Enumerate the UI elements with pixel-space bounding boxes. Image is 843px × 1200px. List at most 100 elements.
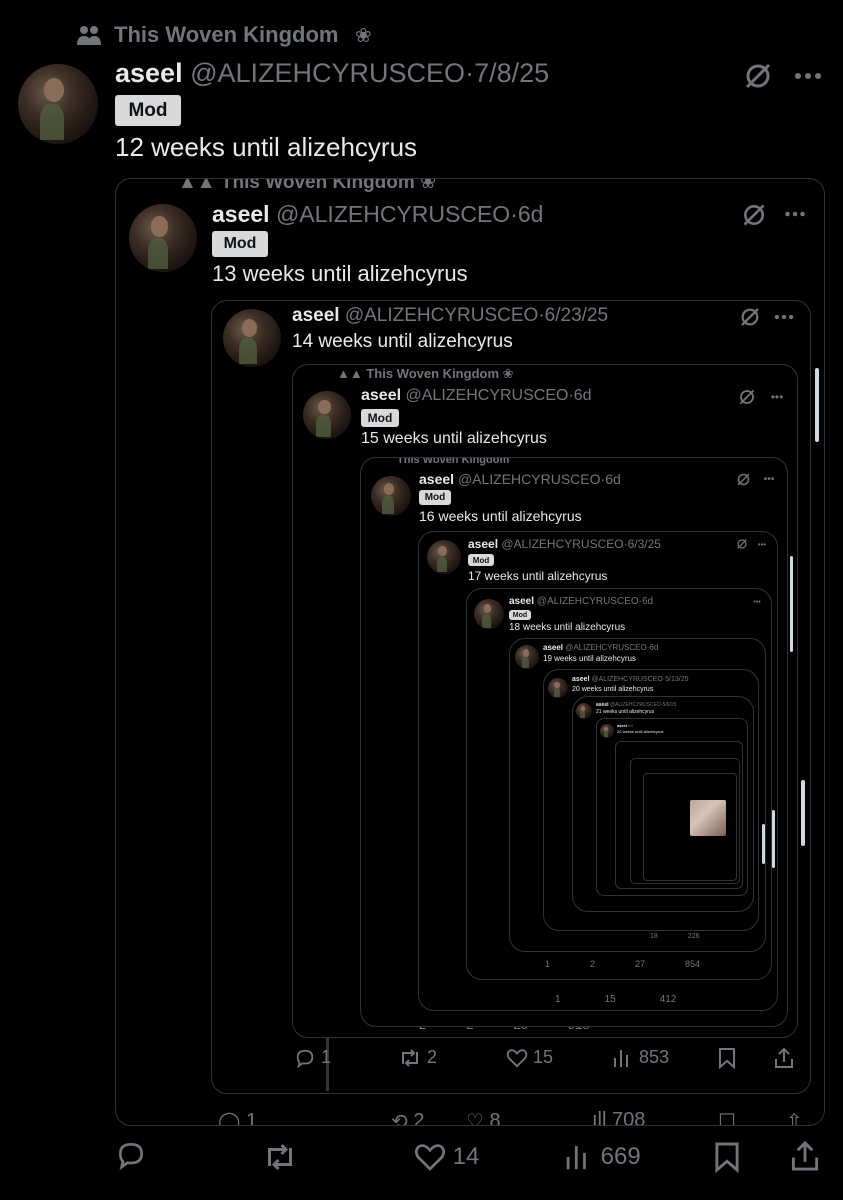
views-count[interactable]: 412 <box>660 994 677 1005</box>
nested-post-card[interactable] <box>615 741 743 889</box>
more-icon[interactable] <box>772 305 796 329</box>
scrollbar[interactable] <box>801 780 805 846</box>
scrollbar[interactable] <box>772 810 775 868</box>
like-action[interactable]: 15 <box>506 1047 553 1068</box>
repost-icon <box>268 1143 292 1171</box>
nested-post-card[interactable] <box>630 758 740 884</box>
repost-action[interactable]: 2 <box>398 1047 437 1068</box>
avatar[interactable] <box>576 703 592 719</box>
nested-post-card[interactable] <box>643 773 737 881</box>
like-count[interactable]: 15 <box>605 994 616 1005</box>
like-icon <box>506 1048 528 1067</box>
post-date[interactable]: 6d <box>574 387 592 404</box>
handle[interactable]: @ALIZEHCYRUSCEO <box>345 305 539 326</box>
post-text: 13 weeks until alizehcyrus <box>212 261 468 286</box>
views-action[interactable]: ıll 708 <box>592 1109 645 1125</box>
post-header: aseel @ALIZEHCYRUSCEO·6d <box>543 643 659 652</box>
avatar[interactable] <box>427 540 461 574</box>
post-date[interactable]: 6d <box>518 201 544 227</box>
avatar[interactable] <box>371 476 411 516</box>
like-count[interactable]: 18 <box>650 933 658 940</box>
grok-icon[interactable] <box>735 537 749 551</box>
handle[interactable]: @ALIZEHCYRUSCEO <box>276 201 510 227</box>
display-name[interactable]: aseel <box>596 702 609 708</box>
mod-badge: Mod <box>509 610 531 620</box>
display-name[interactable]: aseel <box>617 723 627 728</box>
post-date[interactable]: 7/8/25 <box>474 58 549 88</box>
like-count[interactable]: 27 <box>635 959 645 969</box>
post-date[interactable]: 6d <box>605 471 621 487</box>
bookmark-action[interactable]: ☐ <box>718 1109 736 1125</box>
post-date[interactable]: 6d <box>628 723 632 728</box>
display-name[interactable]: aseel <box>543 643 563 652</box>
handle[interactable]: @ALIZEHCYRUSCEO <box>591 676 662 683</box>
views-count[interactable]: 226 <box>688 933 700 940</box>
more-icon[interactable]: ••• <box>767 387 787 407</box>
avatar[interactable] <box>303 391 351 439</box>
repost-count[interactable]: 2 <box>590 959 595 969</box>
quoted-post-card[interactable]: aseel 6d 22 weeks until alizehcyrus <box>596 718 748 896</box>
post-date[interactable]: 5/13/25 <box>665 676 688 683</box>
media-thumbnail[interactable] <box>690 800 726 836</box>
repost-icon <box>402 1048 418 1067</box>
avatar[interactable] <box>129 204 197 272</box>
more-icon[interactable]: ••• <box>761 471 777 487</box>
display-name[interactable]: aseel <box>419 471 454 487</box>
handle[interactable]: @ALIZEHCYRUSCEO <box>610 702 661 708</box>
repost-count[interactable]: 1 <box>555 994 561 1005</box>
bookmark-action[interactable] <box>714 1140 740 1174</box>
handle[interactable]: @ALIZEHCYRUSCEO <box>190 58 465 88</box>
display-name[interactable]: aseel <box>115 58 183 88</box>
avatar[interactable] <box>515 645 539 669</box>
reply-action[interactable] <box>115 1140 147 1170</box>
handle[interactable]: @ALIZEHCYRUSCEO <box>406 387 569 404</box>
grok-icon[interactable] <box>738 305 762 329</box>
avatar[interactable] <box>18 64 98 144</box>
display-name[interactable]: aseel <box>572 676 590 683</box>
avatar[interactable] <box>474 599 504 629</box>
avatar[interactable] <box>600 724 614 738</box>
scrollbar[interactable] <box>790 556 793 652</box>
reply-action[interactable]: ◯ 1 <box>218 1109 257 1125</box>
scrollbar[interactable] <box>815 368 819 442</box>
community-name[interactable]: This Woven Kingdom <box>114 22 338 48</box>
post-date[interactable]: 5/6/25 <box>663 702 677 708</box>
post-date[interactable]: 6d <box>642 596 653 607</box>
post-date[interactable]: 6d <box>649 643 658 652</box>
handle[interactable]: @ALIZEHCYRUSCEO <box>537 596 639 607</box>
post-date[interactable]: 6/23/25 <box>545 305 608 326</box>
bookmark-action[interactable] <box>718 1047 736 1069</box>
handle[interactable]: @ALIZEHCYRUSCEO <box>565 643 646 652</box>
display-name[interactable]: aseel <box>468 537 498 551</box>
display-name[interactable]: aseel <box>509 596 534 607</box>
like-action[interactable]: ♡ 8 <box>466 1109 501 1125</box>
post-date[interactable]: 6/3/25 <box>628 537 661 551</box>
reply-action[interactable]: 1 <box>294 1047 331 1068</box>
more-icon[interactable] <box>782 201 808 227</box>
avatar[interactable] <box>548 678 568 698</box>
views-action[interactable]: 853 <box>612 1047 669 1068</box>
repost-action[interactable]: ⟲ 2 <box>391 1109 424 1125</box>
more-icon[interactable]: ••• <box>751 596 763 608</box>
repost-action[interactable] <box>262 1142 298 1172</box>
grok-icon[interactable] <box>742 60 774 92</box>
share-action[interactable] <box>790 1140 820 1172</box>
display-name[interactable]: aseel <box>292 305 340 326</box>
like-action[interactable]: 14 <box>414 1142 479 1172</box>
display-name[interactable]: aseel <box>361 387 401 404</box>
more-icon[interactable]: ••• <box>755 537 769 551</box>
handle[interactable]: @ALIZEHCYRUSCEO <box>501 537 623 551</box>
grok-icon[interactable] <box>740 201 768 229</box>
avatar[interactable] <box>223 309 281 367</box>
scrollbar[interactable] <box>762 824 765 864</box>
share-action[interactable] <box>774 1047 794 1069</box>
views-action[interactable]: 669 <box>564 1142 641 1172</box>
more-icon[interactable] <box>792 62 824 90</box>
views-count[interactable]: 854 <box>685 959 700 969</box>
display-name[interactable]: aseel <box>212 201 270 227</box>
grok-icon[interactable] <box>735 471 751 487</box>
share-action[interactable]: ⇧ <box>786 1109 803 1125</box>
reply-count[interactable]: 1 <box>545 959 550 969</box>
grok-icon[interactable] <box>737 387 757 407</box>
handle[interactable]: @ALIZEHCYRUSCEO <box>458 471 601 487</box>
